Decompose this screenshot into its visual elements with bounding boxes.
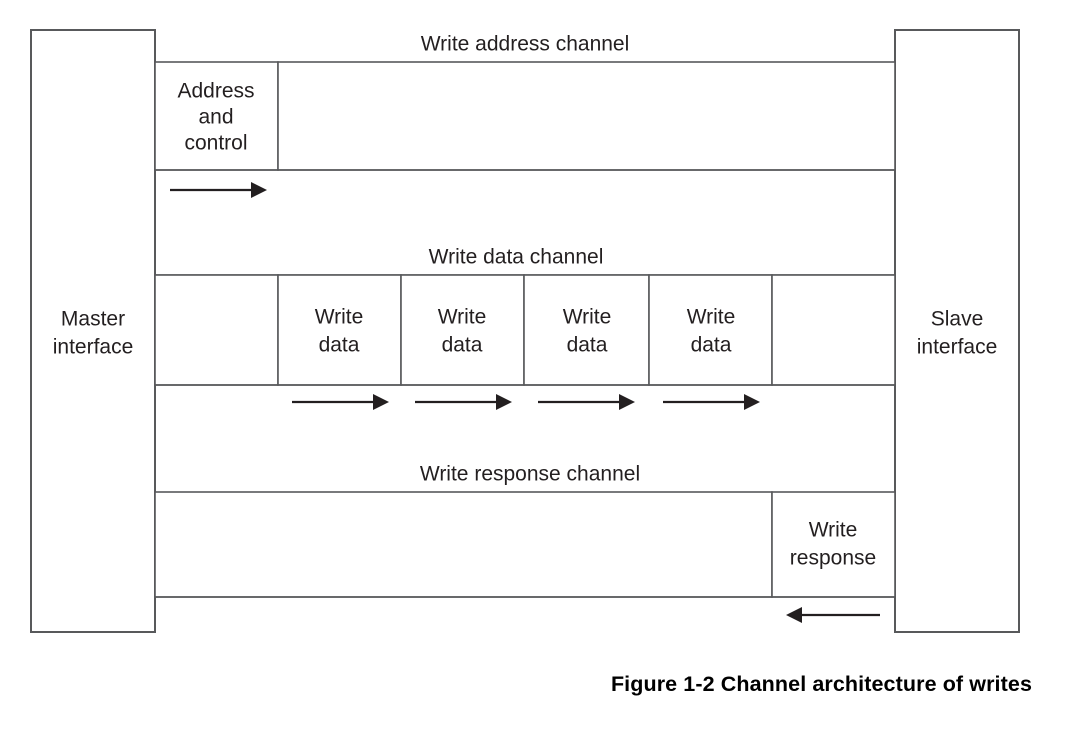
write-address-channel-group: Write address channel Address and contro… (154, 33, 896, 198)
figure-canvas: Master interface Slave interface Write a… (0, 0, 1088, 742)
write-data-arrow-right-4 (663, 394, 760, 410)
write-response-channel-group: Write response channel Write response (154, 463, 896, 623)
write-data-cell-2-line2: data (442, 334, 483, 357)
write-response-arrow-left (786, 607, 880, 623)
master-interface-label-line2: interface (53, 336, 134, 359)
write-data-arrow-lane (155, 384, 895, 410)
figure-caption: Figure 1-2 Channel architecture of write… (610, 672, 1032, 696)
write-address-channel-label: Write address channel (421, 33, 630, 56)
write-response-arrow-lane (155, 596, 895, 623)
write-data-arrow-right-3 (538, 394, 635, 410)
write-data-payload-row: Write data Write data Write data Write d… (154, 274, 896, 386)
write-data-arrow-right-1 (292, 394, 389, 410)
master-interface-box: Master interface (30, 29, 156, 633)
slave-interface-box: Slave interface (894, 29, 1020, 633)
address-and-control-line2: and (198, 106, 233, 129)
write-address-payload-row: Address and control (154, 61, 896, 171)
write-data-cell-1-line1: Write (315, 306, 364, 329)
write-data-cell-3-line2: data (567, 334, 608, 357)
write-data-arrow-right-2 (415, 394, 512, 410)
channel-architecture-diagram: Master interface Slave interface Write a… (30, 29, 1020, 633)
address-and-control-line3: control (184, 132, 247, 155)
write-response-payload-row: Write response (154, 491, 896, 598)
slave-interface-label-line2: interface (917, 336, 998, 359)
address-and-control-line1: Address (177, 80, 254, 103)
write-address-arrow-lane (155, 169, 895, 198)
write-data-channel-group: Write data channel Write data Write data… (154, 246, 896, 410)
write-data-cell-2-line1: Write (438, 306, 487, 329)
master-interface-label-line1: Master (61, 308, 125, 331)
write-data-cell-4-line1: Write (687, 306, 736, 329)
write-response-cell-line1: Write (809, 519, 858, 542)
write-data-cell-3-line1: Write (563, 306, 612, 329)
write-address-arrow-right (170, 182, 267, 198)
write-response-cell-line2: response (790, 547, 876, 570)
write-data-cell-4-line2: data (691, 334, 732, 357)
write-data-channel-label: Write data channel (429, 246, 604, 269)
slave-interface-label-line1: Slave (931, 308, 984, 331)
write-data-cell-1-line2: data (319, 334, 360, 357)
write-response-channel-label: Write response channel (420, 463, 640, 486)
